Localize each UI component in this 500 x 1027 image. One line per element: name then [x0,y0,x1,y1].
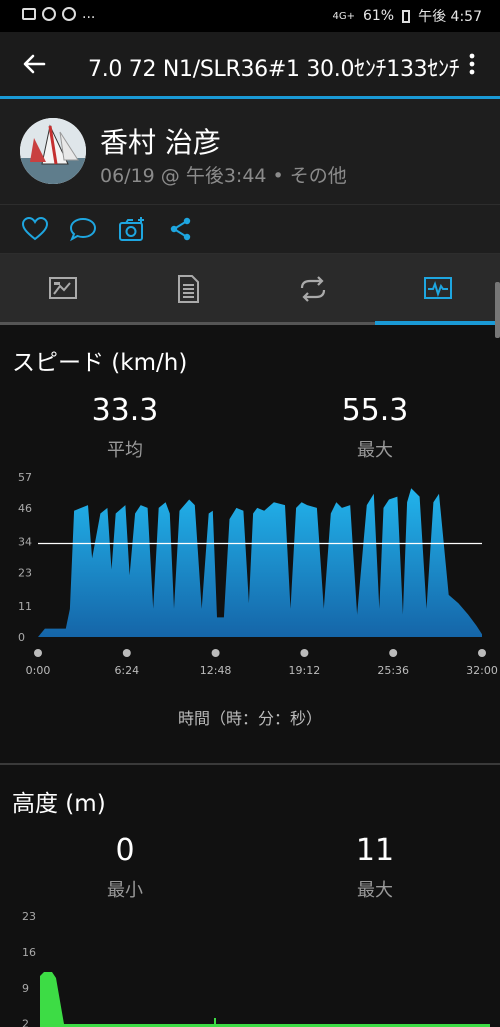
speed-x-tick-label: 25:36 [377,664,409,677]
tab-laps[interactable] [250,254,375,325]
speed-x-tick-label: 6:24 [114,664,139,677]
scrollbar-thumb[interactable] [495,282,500,338]
speed-x-tick-dot [211,649,220,657]
speed-x-tick-dot [389,649,398,657]
speed-x-tick-dot [478,649,486,657]
battery-icon [402,9,411,23]
speed-y-tick-label: 0 [18,631,25,644]
altitude-max-label: 最大 [357,880,393,901]
speed-y-tick-label: 57 [18,471,32,484]
speed-y-tick-label: 46 [18,502,32,515]
app-bar: 7.0 72 N1/SLR36#1 30.0ｾﾝﾁ133ｾﾝﾁ [0,32,500,99]
speed-x-tick-label: 19:12 [289,664,321,677]
network-label: 4G+ [332,10,355,22]
speed-x-tick-dot [122,649,131,657]
tab-details[interactable] [125,254,250,325]
altitude-y-tick-label: 9 [22,982,29,995]
share-icon[interactable] [166,215,196,243]
comment-icon[interactable] [68,215,98,243]
tab-summary[interactable] [0,254,125,325]
sync-icon [42,7,56,21]
speed-max-label: 最大 [357,440,393,461]
altitude-area-series [40,972,490,1027]
altitude-min-value: 0 [115,833,135,868]
section-divider [0,763,500,765]
document-icon [178,275,199,303]
speed-x-tick-dot [300,649,309,657]
activity-title: 7.0 72 N1/SLR36#1 30.0ｾﾝﾁ133ｾﾝﾁ [88,57,460,82]
speed-x-tick-dot [34,649,42,657]
speed-y-tick-label: 34 [18,536,32,549]
speed-area-series [38,488,482,637]
user-name: 香村 治彦 [100,126,221,159]
speed-x-tick-label: 12:48 [200,664,232,677]
heart-icon[interactable] [20,215,50,243]
speed-chart: 0 11 23 34 46 57 0:00 6:24 12:48 19:12 25:36 32:00 [18,471,498,677]
speed-section-title: スピード (km/h) [12,350,188,376]
active-tab-indicator [375,321,500,325]
chart-icon [424,277,452,299]
altitude-section-title: 高度 (m) [12,791,106,817]
sync-icon [62,7,76,21]
profile-header: 香村 治彦 06/19 @ 午後3:44 • その他 [0,99,500,205]
speed-x-tick-label: 32:00 [466,664,498,677]
speed-max-value: 55.3 [341,393,409,428]
activity-meta: 06/19 @ 午後3:44 • その他 [100,165,347,187]
clock: 午後 4:57 [418,9,482,25]
speed-average-value: 33.3 [91,393,159,428]
back-arrow-icon[interactable] [18,48,50,80]
altitude-min-label: 最小 [107,880,143,901]
image-icon [22,8,36,20]
speed-y-tick-label: 23 [18,566,32,579]
more-dots-icon: ... [82,6,96,22]
battery-percent: 61% [362,8,395,24]
speed-y-tick-label: 11 [18,600,32,613]
altitude-chart: 2 9 16 23 [22,910,490,1027]
add-photo-icon[interactable] [117,215,147,243]
avatar[interactable] [20,118,86,184]
tab-divider [0,322,375,325]
overflow-menu-icon[interactable] [462,50,482,78]
image-chart-icon [49,277,77,299]
altitude-max-value: 11 [355,833,395,868]
tab-charts[interactable] [375,254,500,325]
speed-x-tick-label: 0:00 [26,664,51,677]
altitude-y-tick-label: 2 [22,1018,29,1027]
altitude-y-tick-label: 16 [22,946,36,959]
status-bar: ... 4G+ 61% 午後 4:57 [0,0,500,32]
speed-average-label: 平均 [107,440,143,461]
loop-icon [300,276,326,302]
speed-x-caption: 時間（時：分：秒） [177,709,322,728]
altitude-y-tick-label: 23 [22,910,36,923]
action-bar [0,205,500,254]
activity-tabs [0,254,500,325]
